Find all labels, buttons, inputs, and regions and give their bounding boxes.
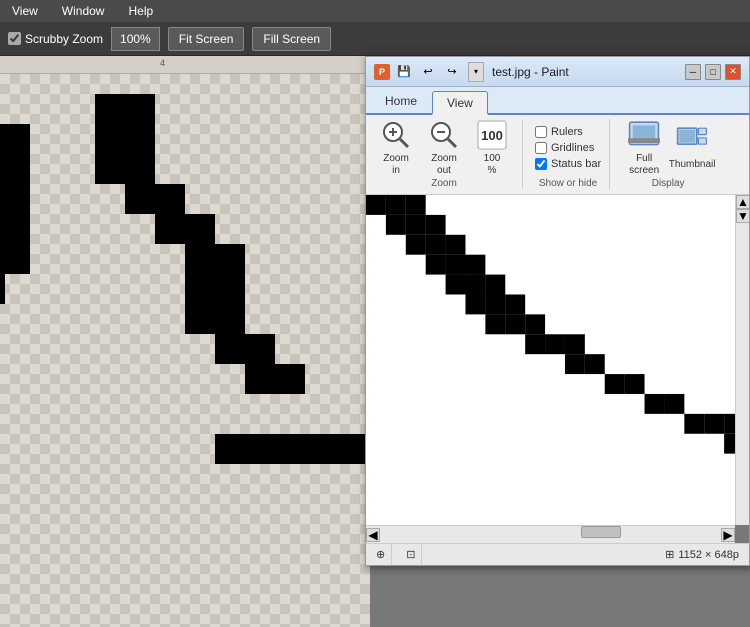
show-hide-checkboxes: Rulers Gridlines Status bar (535, 122, 601, 174)
zoom-display: 100% (111, 27, 160, 51)
scrubby-zoom-toggle[interactable]: Scrubby Zoom (8, 32, 103, 46)
position-icon: ⊕ (376, 548, 385, 561)
status-position: ⊕ (370, 544, 392, 565)
rulers-toggle[interactable]: Rulers (535, 126, 601, 138)
paint-title-text: test.jpg - Paint (492, 65, 681, 79)
gridlines-toggle[interactable]: Gridlines (535, 142, 601, 154)
zoom-in-icon (380, 119, 412, 151)
undo-quick-btn[interactable]: ↩ (418, 62, 438, 82)
svg-text:100: 100 (481, 128, 503, 143)
ribbon-group-display: Fullscreen Thumbnail (622, 119, 722, 189)
quick-access-bar: 💾 ↩ ↪ ▾ (394, 62, 484, 82)
paint-window: P 💾 ↩ ↪ ▾ test.jpg - Paint ─ □ ✕ Home Vi… (365, 56, 750, 566)
ruler-number: 4 (160, 58, 165, 68)
rulers-checkbox[interactable] (535, 126, 547, 138)
zoom-100-icon: 100 (476, 119, 508, 151)
fullscreen-icon (628, 119, 660, 151)
zoom-value: 100% (120, 32, 151, 46)
vscroll-down-arrow[interactable]: ▼ (736, 209, 749, 223)
zoom-out-icon (428, 119, 460, 151)
statusbar-checkbox[interactable] (535, 158, 547, 170)
rulers-label: Rulers (551, 126, 583, 138)
zoom-in-label: Zoomin (383, 153, 409, 177)
statusbar-label: Status bar (551, 158, 601, 170)
statusbar-toggle[interactable]: Status bar (535, 158, 601, 170)
ribbon-group-show-hide: Rulers Gridlines Status bar Show or hide (535, 119, 610, 189)
ribbon-content: Zoomin Zoomout (366, 115, 749, 195)
paint-vscroll[interactable]: ▲ ▼ (735, 195, 749, 525)
selection-icon: ⊡ (406, 548, 415, 561)
fit-screen-button[interactable]: Fit Screen (168, 27, 245, 51)
save-quick-btn[interactable]: 💾 (394, 62, 414, 82)
maximize-button[interactable]: □ (705, 64, 721, 80)
close-button[interactable]: ✕ (725, 64, 741, 80)
menu-help[interactable]: Help (124, 2, 157, 20)
fill-screen-button[interactable]: Fill Screen (252, 27, 331, 51)
paint-pixel-art (366, 195, 749, 525)
status-selection: ⊡ (400, 544, 422, 565)
thumbnail-button[interactable]: Thumbnail (670, 120, 714, 176)
menu-view[interactable]: View (8, 2, 42, 20)
paint-hscroll[interactable]: ◀ ▶ (366, 525, 735, 543)
minimize-button[interactable]: ─ (685, 64, 701, 80)
thumbnail-icon (676, 125, 708, 157)
ribbon-group-zoom: Zoomin Zoomout (374, 119, 523, 189)
paint-canvas-view: ◀ ▶ ▲ ▼ (366, 195, 749, 543)
tab-view[interactable]: View (432, 91, 488, 115)
zoom-group-label: Zoom (431, 176, 457, 189)
menu-window[interactable]: Window (58, 2, 109, 20)
paint-app-icon: P (374, 64, 390, 80)
pixel-canvas (0, 74, 370, 627)
zoom-in-button[interactable]: Zoomin (374, 120, 418, 176)
zoom-100-label: 100% (484, 153, 501, 177)
hscroll-right-arrow[interactable]: ▶ (721, 528, 735, 542)
gridlines-label: Gridlines (551, 142, 594, 154)
hscroll-thumb[interactable] (581, 526, 621, 538)
fullscreen-label: Fullscreen (629, 153, 659, 177)
fullscreen-button[interactable]: Fullscreen (622, 120, 666, 176)
thumbnail-label: Thumbnail (669, 159, 716, 171)
paint-statusbar: ⊕ ⊡ ⊞ 1152 × 648p (366, 543, 749, 565)
quick-access-dropdown[interactable]: ▾ (468, 62, 484, 82)
dimensions-text: 1152 × 648p (678, 549, 739, 561)
paint-canvas-inner (366, 195, 749, 525)
show-hide-label: Show or hide (539, 176, 597, 189)
zoom-out-label: Zoomout (431, 153, 457, 177)
scrubby-zoom-checkbox[interactable] (8, 32, 21, 45)
vscroll-up-arrow[interactable]: ▲ (736, 195, 749, 209)
pixel-art-left (0, 74, 370, 627)
tab-home[interactable]: Home (370, 89, 432, 113)
window-controls: ─ □ ✕ (685, 64, 741, 80)
display-content: Fullscreen Thumbnail (622, 119, 714, 176)
redo-quick-btn[interactable]: ↪ (442, 62, 462, 82)
zoom-buttons: Zoomin Zoomout (374, 119, 514, 176)
hscroll-left-arrow[interactable]: ◀ (366, 528, 380, 542)
scrubby-zoom-label: Scrubby Zoom (25, 32, 103, 46)
display-label: Display (652, 176, 685, 189)
main-area: 4 (0, 56, 750, 627)
paint-icon-text: P (379, 67, 385, 77)
main-toolbar: Scrubby Zoom 100% Fit Screen Fill Screen (0, 22, 750, 56)
ribbon-tabs: Home View (366, 87, 749, 115)
top-menubar: View Window Help (0, 0, 750, 22)
zoom-out-button[interactable]: Zoomout (422, 120, 466, 176)
status-dimensions: ⊞ 1152 × 648p (659, 544, 745, 565)
dimensions-icon: ⊞ (665, 548, 674, 561)
paint-titlebar: P 💾 ↩ ↪ ▾ test.jpg - Paint ─ □ ✕ (366, 57, 749, 87)
show-hide-content: Rulers Gridlines Status bar (535, 119, 601, 176)
zoom-100-button[interactable]: 100 100% (470, 120, 514, 176)
gridlines-checkbox[interactable] (535, 142, 547, 154)
